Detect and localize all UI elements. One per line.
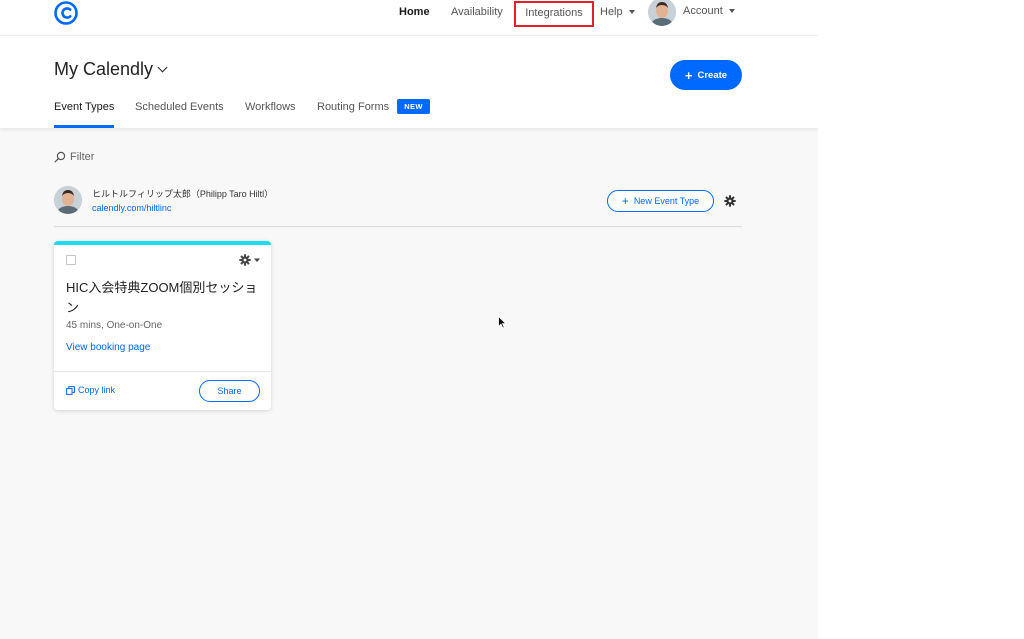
card-settings-gear-icon[interactable]	[239, 254, 263, 266]
user-avatar	[54, 186, 82, 214]
nav-home-link[interactable]: Home	[399, 6, 430, 18]
chevron-down-icon	[157, 62, 168, 73]
page-title: My Calendly	[54, 59, 154, 79]
user-name: ヒルトルフィリップ太郎（Philipp Taro Hiltl）	[92, 189, 274, 199]
copy-link-button[interactable]: Copy link	[66, 385, 115, 395]
card-divider	[54, 371, 271, 372]
create-button[interactable]: + Create	[670, 60, 742, 90]
calendly-app: Home Availability Integrations Help Acco…	[0, 0, 818, 639]
top-navbar: Home Availability Integrations Help Acco…	[0, 0, 818, 36]
filter-button[interactable]: Filter	[54, 151, 94, 163]
event-type-card: HIC入会特典ZOOM個別セッション 45 mins, One-on-One V…	[54, 241, 271, 410]
nav-help-label: Help	[600, 6, 623, 18]
tab-scheduled-events[interactable]: Scheduled Events	[135, 101, 224, 113]
nav-account-label: Account	[683, 5, 723, 17]
event-type-meta: 45 mins, One-on-One	[66, 320, 163, 331]
view-booking-page-link[interactable]: View booking page	[66, 342, 150, 353]
event-type-title: HIC入会特典ZOOM個別セッション	[66, 280, 258, 315]
active-tab-indicator	[54, 125, 114, 128]
filter-label: Filter	[70, 151, 95, 163]
person-photo-icon	[54, 186, 82, 214]
caret-down-icon	[628, 10, 635, 15]
share-button[interactable]: Share	[199, 380, 260, 402]
new-event-type-button[interactable]: + New Event Type	[607, 190, 714, 212]
account-avatar[interactable]	[648, 0, 676, 26]
user-scheduling-link[interactable]: calendly.com/hiltlinc	[92, 203, 171, 213]
tab-event-types[interactable]: Event Types	[54, 101, 114, 113]
mouse-pointer-icon	[498, 316, 507, 329]
plus-icon: +	[684, 67, 693, 83]
page-title-dropdown[interactable]: My Calendly	[54, 59, 168, 80]
new-event-type-label: New Event Type	[633, 196, 700, 206]
create-button-label: Create	[697, 69, 728, 81]
nav-help-menu[interactable]: Help	[600, 6, 635, 18]
nav-account-menu[interactable]: Account	[683, 5, 735, 17]
card-color-bar	[54, 241, 271, 245]
person-photo-icon	[648, 0, 676, 26]
nav-availability-link[interactable]: Availability	[451, 6, 503, 18]
new-badge: NEW	[397, 99, 430, 114]
nav-integrations-link[interactable]: Integrations	[514, 1, 594, 27]
calendly-logo-icon[interactable]	[53, 1, 79, 25]
section-divider	[54, 226, 742, 227]
copy-icon	[66, 385, 75, 395]
plus-icon: +	[621, 194, 629, 208]
page-header: Home Availability Integrations Help Acco…	[0, 0, 818, 128]
search-icon	[54, 151, 66, 163]
copy-link-label: Copy link	[78, 385, 116, 395]
caret-down-icon	[728, 9, 735, 14]
gear-icon[interactable]	[724, 195, 736, 207]
tab-routing-forms[interactable]: Routing Forms	[317, 101, 389, 113]
card-select-checkbox[interactable]	[66, 255, 76, 265]
tab-workflows[interactable]: Workflows	[245, 101, 296, 113]
